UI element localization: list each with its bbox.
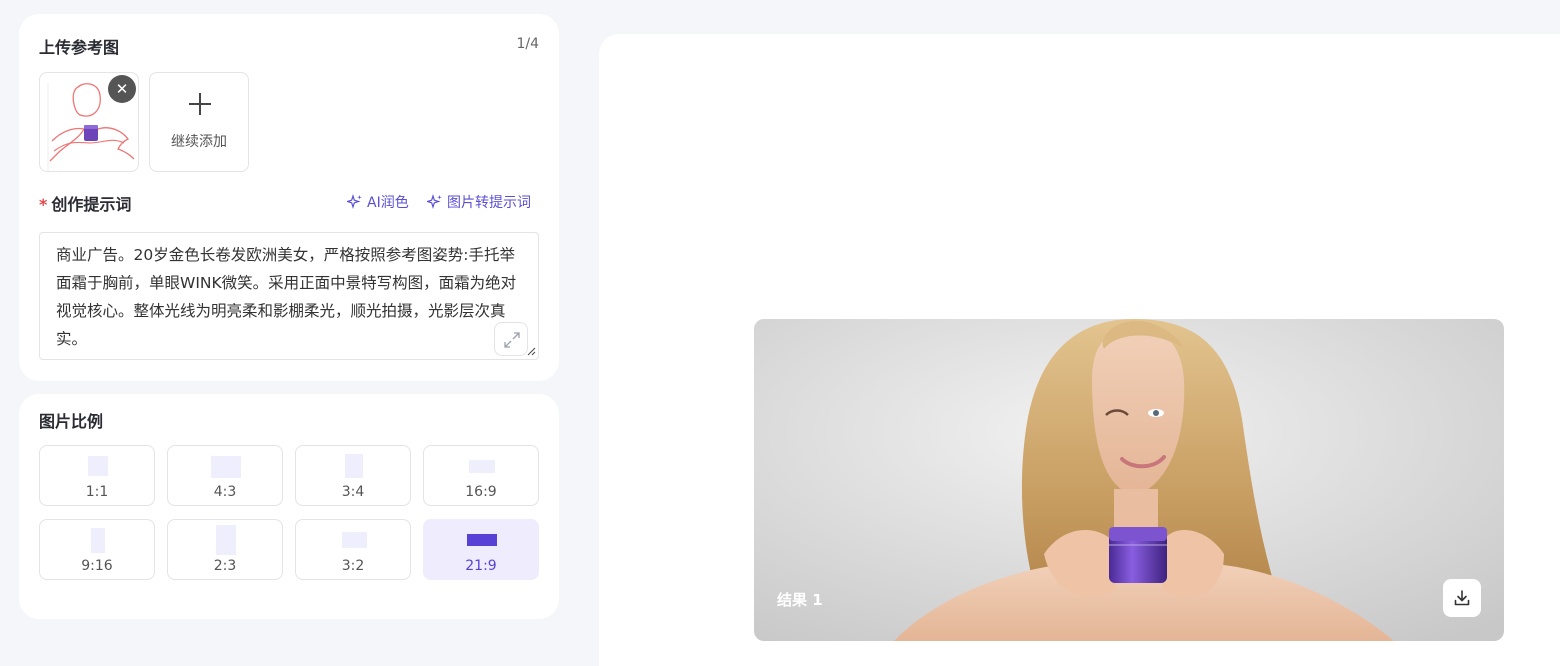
result-image[interactable]: 结果 1 xyxy=(754,319,1504,641)
ratio-option-21-9[interactable]: 21:9 xyxy=(423,519,539,580)
download-button[interactable] xyxy=(1443,579,1481,617)
ratio-label: 2:3 xyxy=(213,558,237,574)
ratio-shape-icon xyxy=(469,460,495,473)
upload-title: 上传参考图 xyxy=(39,38,120,57)
remove-image-button[interactable]: ✕ xyxy=(108,75,136,103)
sparkle-icon xyxy=(347,194,362,210)
ratio-label: 4:3 xyxy=(213,484,237,500)
ai-polish-button[interactable]: AI润色 xyxy=(347,192,409,212)
ratio-label: 16:9 xyxy=(465,484,497,500)
ratio-option-3-2[interactable]: 3:2 xyxy=(295,519,411,580)
ratio-option-9-16[interactable]: 9:16 xyxy=(39,519,155,580)
prompt-label-text: 创作提示词 xyxy=(51,195,132,214)
result-panel: 结果 1 xyxy=(599,34,1560,666)
ratio-option-2-3[interactable]: 2:3 xyxy=(167,519,283,580)
ratio-option-3-4[interactable]: 3:4 xyxy=(295,445,411,506)
close-icon: ✕ xyxy=(115,80,129,98)
ratio-shape-icon xyxy=(211,456,241,478)
ratio-shape-icon xyxy=(88,456,108,476)
sparkle-icon xyxy=(427,194,442,210)
ratio-shape-icon xyxy=(467,534,497,546)
ratio-option-4-3[interactable]: 4:3 xyxy=(167,445,283,506)
ratio-shape-icon xyxy=(216,525,236,555)
prompt-label: * 创作提示词 xyxy=(39,191,131,215)
prompt-textarea[interactable]: 商业广告。20岁金色长卷发欧洲美女，严格按照参考图姿势:手托举面霜于胸前，单眼W… xyxy=(39,232,539,360)
ratio-shape-icon xyxy=(342,532,367,548)
ai-polish-label: AI润色 xyxy=(367,195,409,211)
required-mark: * xyxy=(39,195,48,214)
ratio-option-1-1[interactable]: 1:1 xyxy=(39,445,155,506)
ratio-label: 21:9 xyxy=(465,558,497,574)
expand-icon xyxy=(504,332,520,348)
result-photo xyxy=(754,319,1504,641)
ratio-label: 3:2 xyxy=(341,558,365,574)
resize-handle-icon[interactable] xyxy=(527,347,536,356)
ratio-label: 1:1 xyxy=(85,484,109,500)
image-to-prompt-label: 图片转提示词 xyxy=(447,195,531,211)
ratio-card: 图片比例 1:1 4:3 3:4 16:9 9:16 2:3 3:2 21:9 xyxy=(19,394,559,619)
ratio-option-16-9[interactable]: 16:9 xyxy=(423,445,539,506)
image-to-prompt-button[interactable]: 图片转提示词 xyxy=(427,192,531,212)
add-more-button[interactable]: 继续添加 xyxy=(149,72,249,172)
expand-button[interactable] xyxy=(494,322,528,356)
download-icon xyxy=(1454,590,1470,606)
upload-count: 1/4 xyxy=(516,36,539,52)
result-label: 结果 1 xyxy=(777,591,823,609)
ratio-shape-icon xyxy=(91,528,105,553)
plus-icon xyxy=(189,93,211,115)
upload-card: 上传参考图 1/4 ✕ 继续添加 * 创作提示词 AI润色 图片转提示词 商业广… xyxy=(19,14,559,381)
ratio-title: 图片比例 xyxy=(39,412,104,431)
ratio-label: 3:4 xyxy=(341,484,365,500)
ratio-shape-icon xyxy=(345,454,363,478)
add-more-label: 继续添加 xyxy=(171,134,227,150)
ratio-label: 9:16 xyxy=(81,558,113,574)
